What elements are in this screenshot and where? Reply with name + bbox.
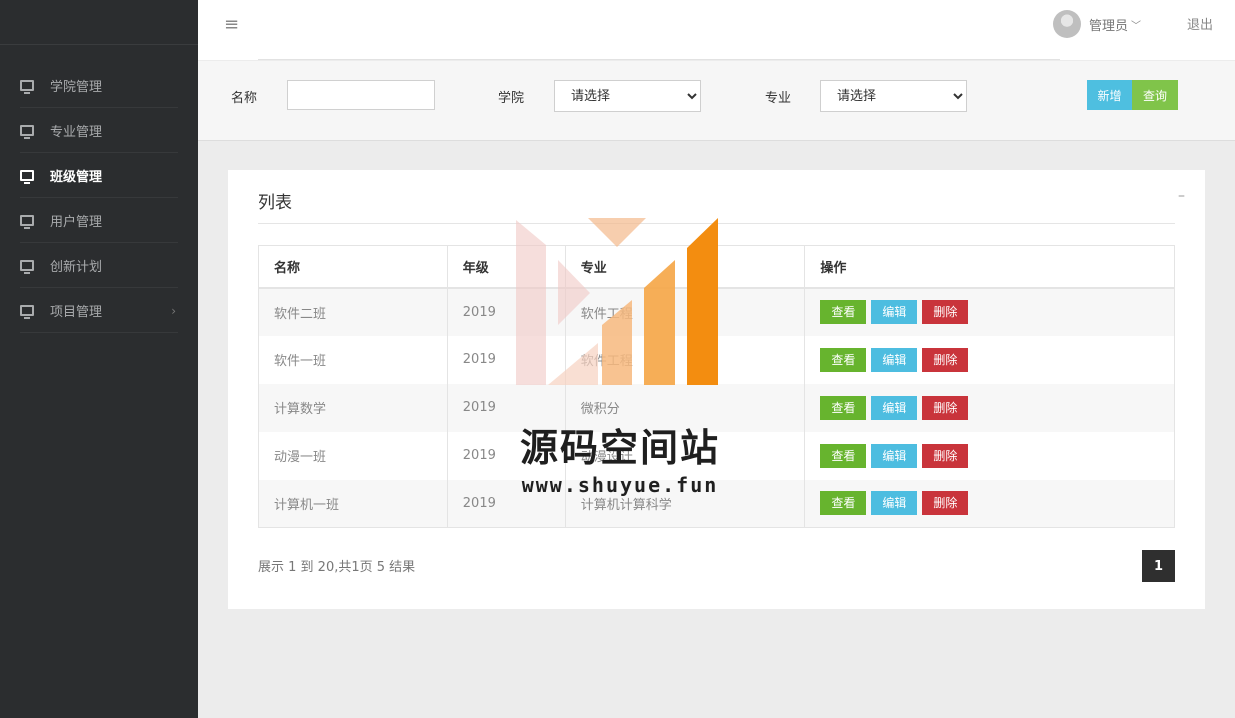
sidebar-item-label: 班级管理 [50,170,103,185]
table-header-row: 名称 年级 专业 操作 [258,245,1175,289]
monitor-icon [20,305,34,319]
major-select[interactable]: 请选择 [820,80,967,112]
chevron-right-icon: › [171,303,176,318]
cell-grade: 2019 [446,287,566,336]
header-divider [258,59,1060,60]
edit-button[interactable]: 编辑 [871,347,918,372]
cell-grade: 2019 [446,479,566,528]
filter-bar: 名称 学院 请选择 专业 请选择 新增 查询 [198,61,1235,141]
column-header-major: 专业 [564,245,806,289]
logout-link[interactable]: 退出 [1187,14,1213,33]
monitor-icon [20,125,34,139]
class-table: 名称 年级 专业 操作 软件二班 2019 软件工程 查看 编辑 删除 软件一班 2… [258,245,1175,528]
column-header-name: 名称 [258,245,448,289]
sidebar-item-label: 创新计划 [50,260,103,275]
sidebar-item-label: 学院管理 [50,80,103,95]
menu-toggle-icon[interactable]: ≡ [224,14,239,35]
cell-actions: 查看 编辑 删除 [804,383,1175,432]
delete-button[interactable]: 删除 [922,300,969,324]
sidebar-logo-area [0,0,198,45]
sidebar-item-innovation[interactable]: 创新计划 [0,243,198,288]
edit-button[interactable]: 编辑 [871,300,918,324]
delete-button[interactable]: 删除 [922,443,969,468]
page-button-current[interactable]: 1 [1142,550,1175,582]
sidebar-item-college[interactable]: 学院管理 [0,63,198,108]
monitor-icon [20,170,34,184]
add-button[interactable]: 新增 [1087,80,1132,110]
cell-grade: 2019 [446,383,566,432]
cell-name: 软件二班 [258,287,448,336]
cell-major: 软件工程 [564,287,806,336]
edit-button[interactable]: 编辑 [871,443,918,468]
chevron-down-icon: ﹀ [1131,20,1142,32]
cell-name: 软件一班 [258,335,448,384]
table-row: 动漫一班 2019 动漫设计 查看 编辑 删除 [258,431,1175,480]
sidebar-item-label: 专业管理 [50,125,103,140]
college-label: 学院 [498,91,525,106]
top-header: ≡ 管理员 ﹀ 退出 [198,0,1235,60]
view-button[interactable]: 查看 [820,491,867,516]
list-panel: 列表 – 名称 年级 专业 操作 软件二班 2019 软件工程 查看编辑删除 [228,170,1205,609]
delete-button[interactable]: 删除 [922,491,969,516]
column-header-grade: 年级 [446,245,566,289]
cell-actions: 查看 编辑 删除 [804,287,1175,336]
sidebar: 学院管理 专业管理 班级管理 用户管理 创新计划 项目管理 › [0,0,198,718]
search-button[interactable]: 查询 [1132,80,1178,110]
column-header-actions: 操作 [804,245,1175,289]
view-button[interactable]: 查看 [820,395,867,420]
cell-major: 软件工程 [564,335,806,384]
name-label: 名称 [231,91,258,106]
table-row: 计算数学 2019 微积分 查看 编辑 删除 [258,383,1175,432]
cell-actions: 查看 编辑 删除 [804,479,1175,528]
delete-button[interactable]: 删除 [922,395,969,420]
monitor-icon [20,260,34,274]
table-row: 计算机一班 2019 计算机计算科学 查看 编辑 删除 [258,479,1175,528]
sidebar-nav: 学院管理 专业管理 班级管理 用户管理 创新计划 项目管理 › [0,63,198,333]
sidebar-item-projects[interactable]: 项目管理 › [0,288,198,333]
monitor-icon [20,215,34,229]
view-button[interactable]: 查看 [820,300,867,324]
panel-title: 列表 [258,193,292,213]
monitor-icon [20,80,34,94]
user-menu[interactable]: 管理员 ﹀ [1053,10,1141,38]
edit-button[interactable]: 编辑 [871,395,918,420]
panel-divider [258,223,1175,224]
sidebar-item-label: 用户管理 [50,215,103,230]
college-select[interactable]: 请选择 [554,80,701,112]
sidebar-item-class[interactable]: 班级管理 [0,153,198,198]
cell-name: 计算数学 [258,383,448,432]
delete-button[interactable]: 删除 [922,347,969,372]
sidebar-item-major[interactable]: 专业管理 [0,108,198,153]
cell-grade: 2019 [446,335,566,384]
edit-button[interactable]: 编辑 [871,491,918,516]
cell-actions: 查看 编辑 删除 [804,335,1175,384]
cell-grade: 2019 [446,431,566,480]
table-row: 软件一班 2019 软件工程 查看 编辑 删除 [258,335,1175,384]
cell-major: 计算机计算科学 [564,479,806,528]
cell-actions: 查看 编辑 删除 [804,431,1175,480]
user-name: 管理员 [1089,18,1129,34]
cell-name: 动漫一班 [258,431,448,480]
name-input[interactable] [287,80,435,110]
sidebar-item-label: 项目管理 [50,305,103,320]
collapse-icon[interactable]: – [1178,188,1185,204]
major-label: 专业 [765,91,792,106]
view-button[interactable]: 查看 [820,443,867,468]
view-button[interactable]: 查看 [820,347,867,372]
cell-major: 微积分 [564,383,806,432]
avatar [1053,10,1081,38]
sidebar-item-users[interactable]: 用户管理 [0,198,198,243]
table-row: 软件二班 2019 软件工程 查看 编辑 删除 [258,287,1175,336]
pagination-info: 展示 1 到 20,共1页 5 结果 [258,560,416,575]
cell-major: 动漫设计 [564,431,806,480]
cell-name: 计算机一班 [258,479,448,528]
